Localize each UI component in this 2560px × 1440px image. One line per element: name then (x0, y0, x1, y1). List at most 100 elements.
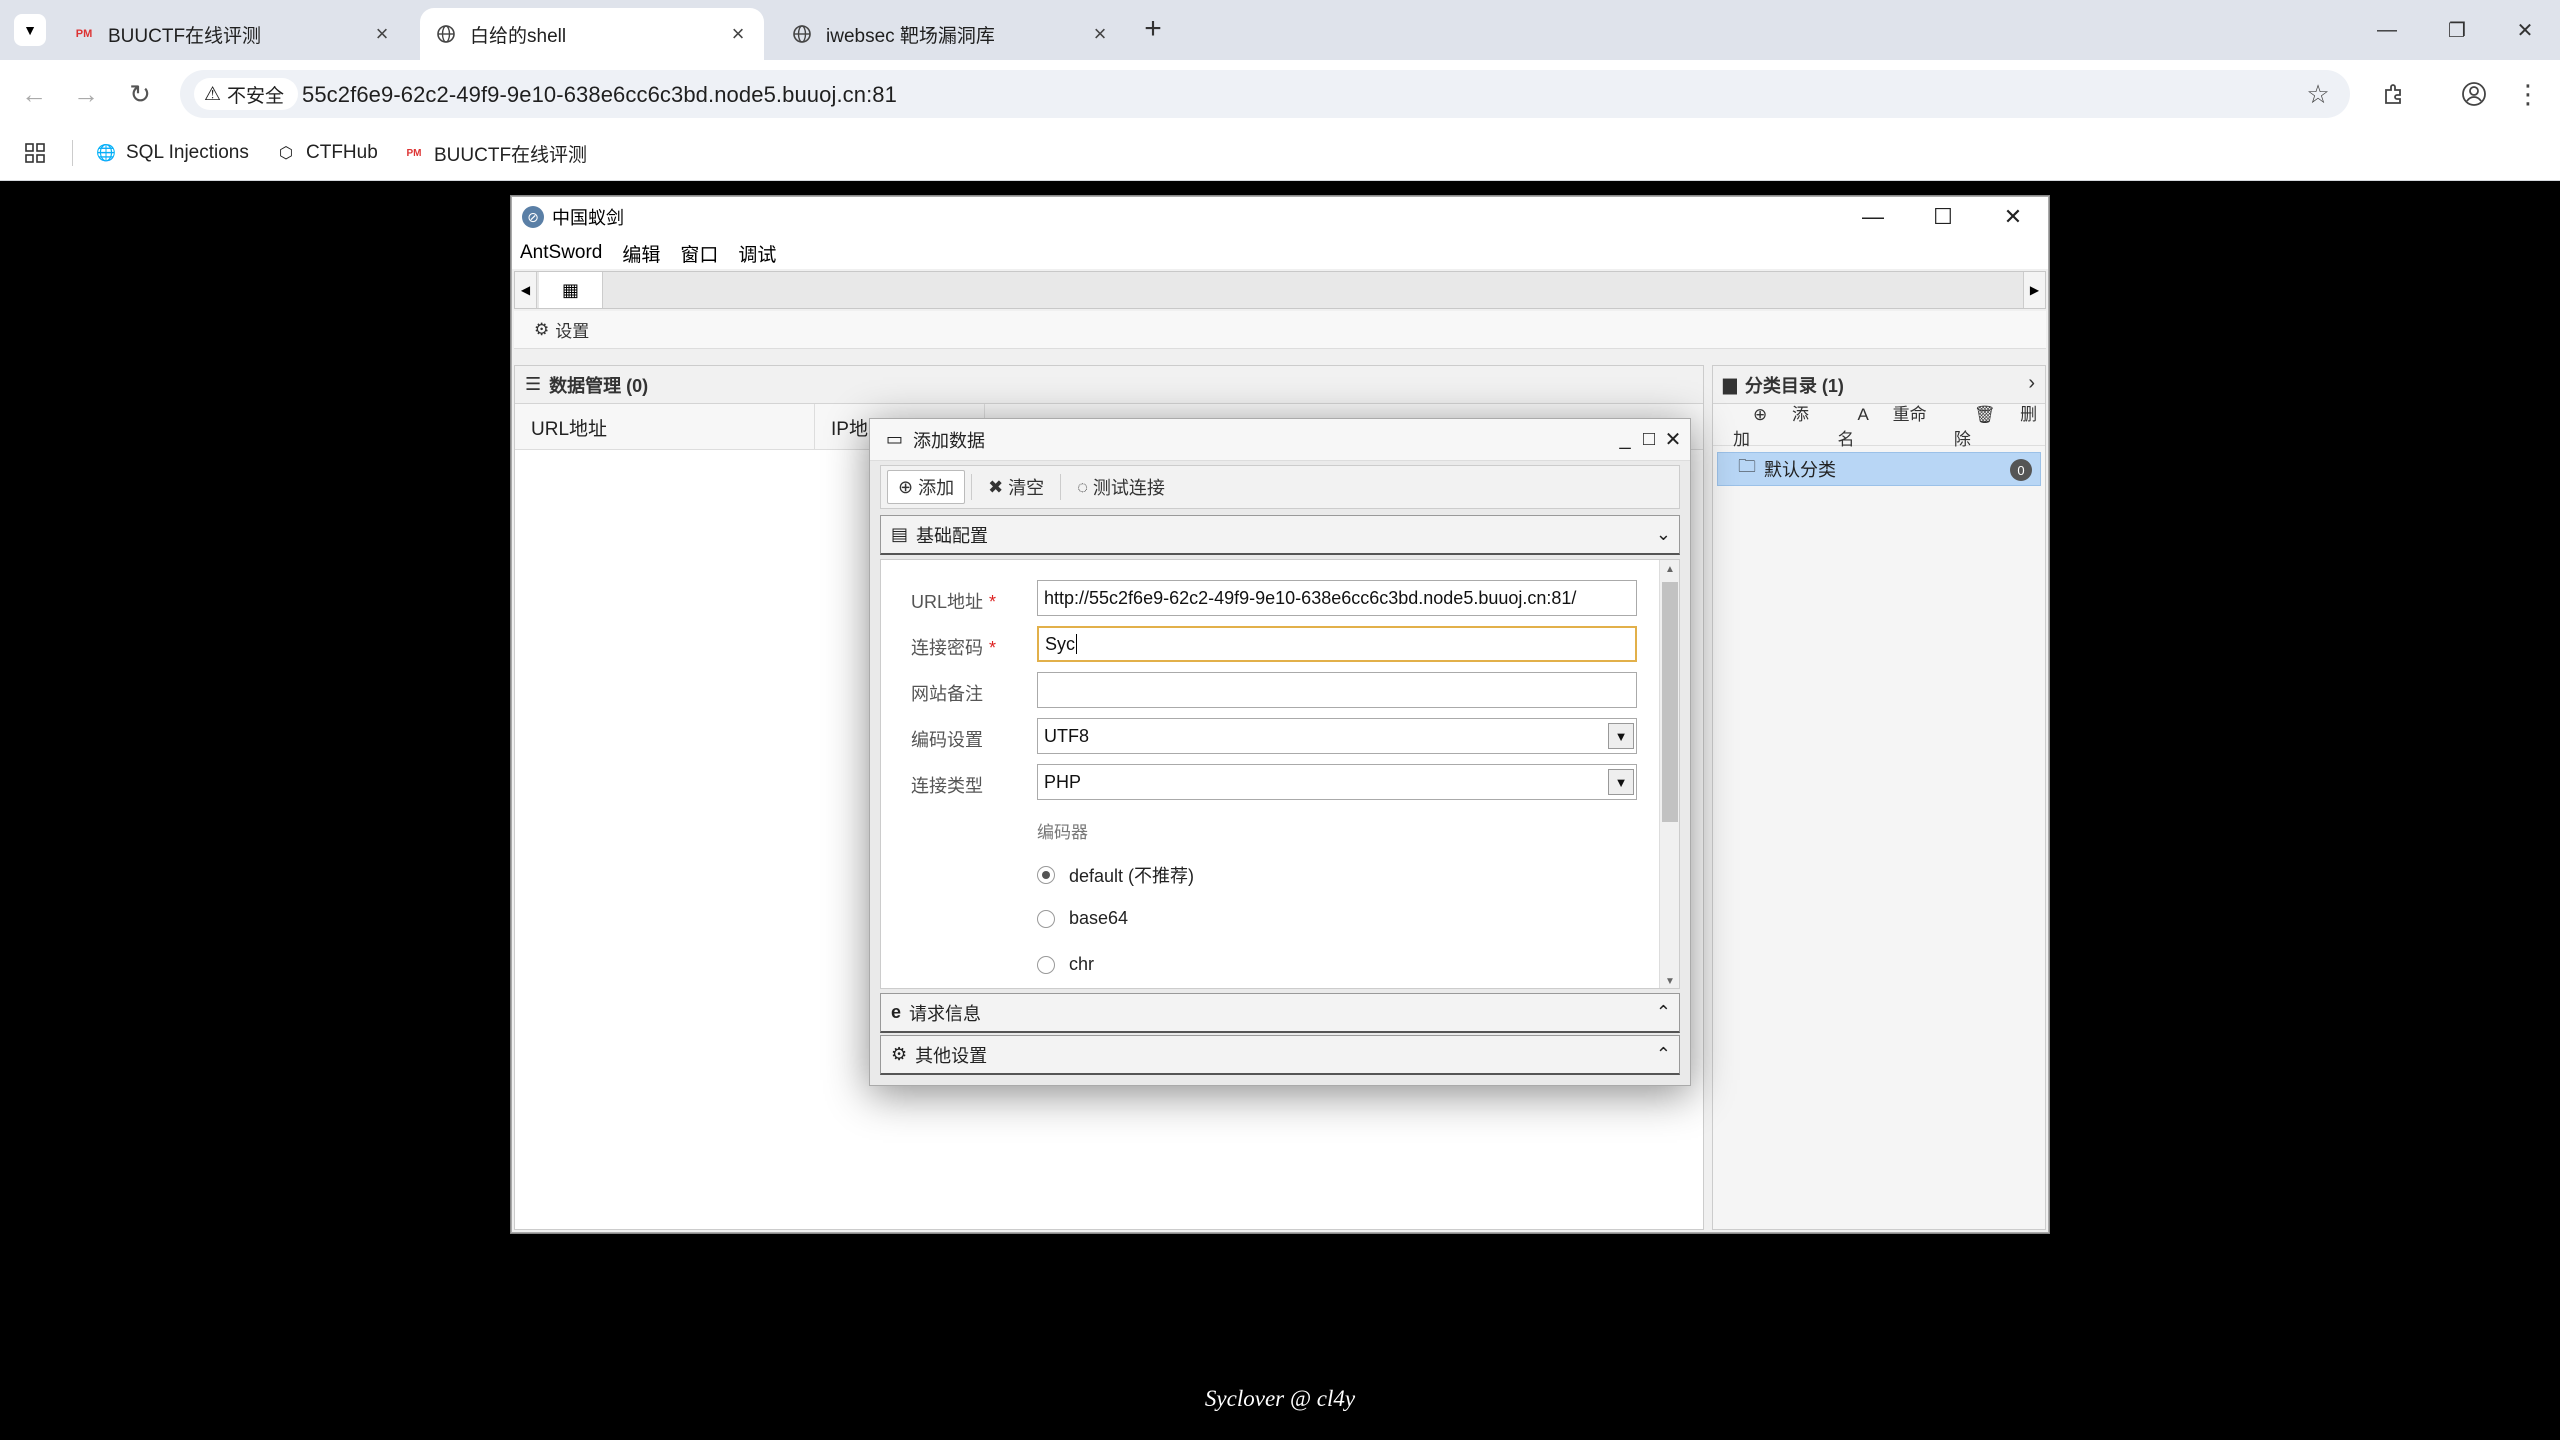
tab-iwebsec[interactable]: iwebsec 靶场漏洞库 × (776, 8, 1126, 60)
column-url[interactable]: URL地址 (515, 404, 815, 450)
password-label: 连接密码 * (911, 638, 997, 658)
data-panel-title: 数据管理 (0) (549, 375, 649, 396)
add-data-dialog: ▭ 添加数据 _ □ ✕ ⊕ 添加 ✖ 清空 ◌ 测试连接 ▤ 基础配置 ⌄ U… (869, 418, 1691, 1086)
tab-active-shell[interactable]: 白给的shell × (420, 8, 764, 60)
folder-icon: ▆ (1723, 374, 1737, 394)
buuctf-favicon-icon: PM (406, 147, 422, 159)
window-title: 中国蚁剑 (552, 208, 624, 228)
antsword-tab-bar: ◀ ▦ ▶ (514, 271, 2046, 309)
radio-button[interactable] (1037, 866, 1055, 884)
extensions-icon[interactable] (2374, 74, 2414, 114)
minimize-icon[interactable]: — (1838, 197, 1908, 237)
browser-toolbar: ← → ↻ ⚠ 不安全 55c2f6e9-62c2-49f9-9e10-638e… (0, 60, 2560, 128)
restore-icon[interactable]: ❐ (2422, 10, 2492, 50)
back-icon[interactable]: ← (14, 74, 54, 114)
profile-icon[interactable] (2454, 74, 2494, 114)
category-label: 默认分类 (1764, 460, 1836, 480)
folder-open-icon: 🗀 (1738, 456, 1756, 476)
connection-type-select[interactable]: PHP ▼ (1037, 764, 1637, 800)
close-icon[interactable]: × (1088, 21, 1112, 46)
menu-window[interactable]: 窗口 (680, 240, 718, 267)
tab-scroll-left-icon[interactable]: ◀ (515, 272, 537, 308)
new-tab-icon[interactable]: + (1138, 12, 1168, 45)
chevron-up-icon: ⌃ (1655, 1002, 1671, 1022)
category-delete-button[interactable]: 🗑 删除 (1954, 400, 2045, 450)
category-item-default[interactable]: 🗀 默认分类 0 (1717, 452, 2041, 486)
menu-antsword[interactable]: AntSword (520, 242, 602, 264)
radio-label: base64 (1069, 908, 1129, 928)
tab-strip: ▼ PM BUUCTF在线评测 × 白给的shell × iwebsec 靶场漏… (0, 0, 2560, 60)
close-icon[interactable]: ✕ (1662, 427, 1684, 451)
button-label: 测试连接 (1092, 478, 1165, 498)
tab-search-button[interactable]: ▼ (14, 14, 46, 46)
bookmark-sql-injections[interactable]: 🌐 SQL Injections (96, 138, 249, 168)
form-scrollbar[interactable]: ▲ ▼ (1659, 560, 1679, 988)
button-label: 添加 (918, 478, 955, 498)
bookmark-buuctf[interactable]: PM BUUCTF在线评测 (404, 138, 588, 168)
test-connection-button[interactable]: ◌ 测试连接 (1067, 470, 1175, 504)
tab-buuctf[interactable]: PM BUUCTF在线评测 × (58, 8, 408, 60)
category-panel: ▆ 分类目录 (1) › ⊕ 添加 A 重命名 🗑 删除 🗀 默认分类 0 (1712, 365, 2046, 1230)
radio-button[interactable] (1037, 909, 1055, 928)
scroll-down-icon[interactable]: ▼ (1660, 972, 1679, 988)
encoder-option-chr[interactable]: chr (1037, 954, 1094, 975)
apps-grid-icon[interactable] (24, 138, 46, 168)
data-panel-header: ☰ 数据管理 (0) (515, 366, 1703, 404)
note-label: 网站备注 (911, 684, 983, 704)
chevron-up-icon: ⌃ (1655, 1044, 1671, 1064)
category-add-button[interactable]: ⊕ 添加 (1733, 400, 1817, 450)
category-rename-button[interactable]: A 重命名 (1837, 400, 1933, 450)
radio-label: chr (1069, 954, 1095, 974)
bookmark-label: CTFHub (306, 142, 378, 163)
globe-icon: 🌐 (96, 145, 116, 162)
chevron-right-icon[interactable]: › (2028, 372, 2035, 395)
chevron-down-icon: ▼ (23, 22, 37, 38)
buuctf-favicon-icon: PM (75, 28, 93, 40)
address-bar[interactable]: ⚠ 不安全 55c2f6e9-62c2-49f9-9e10-638e6cc6c3… (180, 70, 2350, 118)
close-icon[interactable]: × (370, 21, 394, 46)
section-basic-config[interactable]: ▤ 基础配置 ⌄ (880, 515, 1680, 555)
x-icon: ✖ (988, 476, 1009, 497)
scrollbar-thumb[interactable] (1662, 582, 1678, 822)
forward-icon[interactable]: → (66, 74, 106, 114)
section-request-info[interactable]: e 请求信息 ⌃ (880, 993, 1680, 1033)
menu-debug[interactable]: 调试 (738, 240, 776, 267)
dialog-title: 添加数据 (913, 430, 986, 451)
url-input[interactable]: http://55c2f6e9-62c2-49f9-9e10-638e6cc6c… (1037, 580, 1637, 616)
encoder-option-default[interactable]: default (不推荐) (1037, 862, 1194, 888)
bookmarks-divider (72, 140, 73, 166)
menu-edit[interactable]: 编辑 (622, 240, 660, 267)
encoding-select[interactable]: UTF8 ▼ (1037, 718, 1637, 754)
password-input[interactable]: Syc (1037, 626, 1637, 662)
dialog-toolbar: ⊕ 添加 ✖ 清空 ◌ 测试连接 (880, 465, 1680, 509)
category-panel-title: 分类目录 (1) (1744, 375, 1844, 396)
home-tab-grid-icon[interactable]: ▦ (539, 272, 603, 308)
bookmark-ctfhub[interactable]: ⬡ CTFHub (276, 138, 378, 168)
section-other-settings[interactable]: ⚙ 其他设置 ⌃ (880, 1035, 1680, 1075)
minimize-icon[interactable]: — (2352, 10, 2422, 50)
add-button[interactable]: ⊕ 添加 (887, 470, 966, 504)
menu-bar: AntSword 编辑 窗口 调试 (512, 237, 2048, 269)
security-chip[interactable]: ⚠ 不安全 (194, 78, 299, 110)
url-text[interactable]: 55c2f6e9-62c2-49f9-9e10-638e6cc6c3bd.nod… (302, 82, 897, 108)
tab-scroll-right-icon[interactable]: ▶ (2023, 272, 2045, 308)
encoder-option-base64[interactable]: base64 (1037, 908, 1128, 929)
clear-button[interactable]: ✖ 清空 (978, 470, 1054, 504)
close-window-icon[interactable]: ✕ (2490, 10, 2560, 50)
close-icon[interactable]: × (726, 21, 750, 46)
scroll-up-icon[interactable]: ▲ (1660, 560, 1679, 578)
close-icon[interactable]: ✕ (1978, 197, 2048, 237)
menu-dots-icon[interactable]: ⋮ (2508, 74, 2548, 114)
note-input[interactable] (1037, 672, 1637, 708)
settings-button[interactable]: 设置 (555, 317, 589, 342)
dropdown-arrow-icon: ▼ (1608, 769, 1634, 795)
select-value: UTF8 (1044, 725, 1089, 746)
radio-button[interactable] (1037, 955, 1055, 974)
encoder-label: 编码器 (1037, 823, 1088, 842)
plus-circle-icon: ⊕ (898, 476, 919, 497)
star-icon[interactable]: ☆ (2298, 74, 2338, 114)
reload-icon[interactable]: ↻ (120, 74, 160, 114)
maximize-icon[interactable]: □ (1638, 427, 1660, 451)
minimize-icon[interactable]: _ (1614, 427, 1636, 451)
maximize-icon[interactable]: ☐ (1908, 197, 1978, 237)
